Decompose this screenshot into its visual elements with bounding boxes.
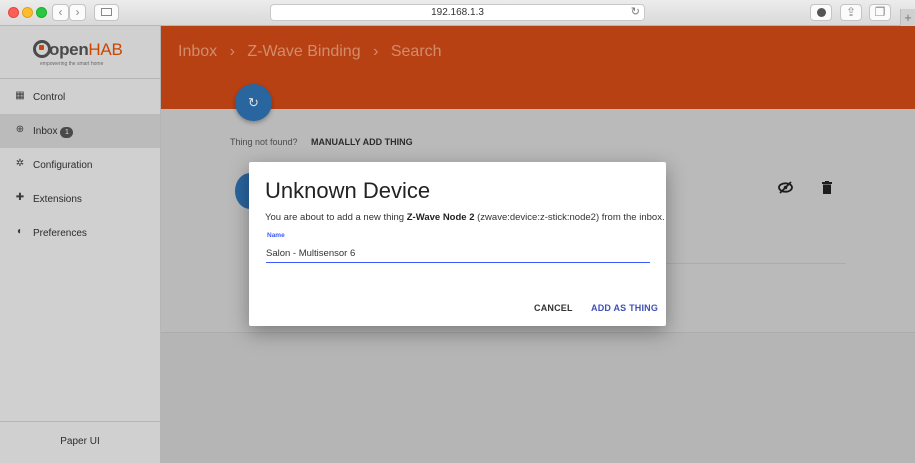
tabs-icon: ❐: [874, 5, 886, 19]
download-icon: [816, 8, 826, 17]
chevron-left-icon: ‹: [58, 5, 63, 19]
unknown-device-dialog: Unknown Device You are about to add a ne…: [249, 162, 666, 326]
downloads-button[interactable]: [810, 4, 832, 21]
dialog-title: Unknown Device: [265, 178, 431, 203]
share-icon: ⇪: [845, 5, 857, 19]
thing-name: Z-Wave Node 2: [406, 212, 475, 223]
tabs-button[interactable]: ❐: [869, 4, 891, 21]
cancel-button[interactable]: CANCEL: [534, 303, 573, 313]
address-bar[interactable]: 192.168.1.3 ↻: [270, 4, 645, 21]
share-button[interactable]: ⇪: [840, 4, 862, 21]
close-window-button[interactable]: [8, 7, 19, 18]
add-as-thing-button[interactable]: ADD AS THING: [591, 303, 658, 313]
back-button[interactable]: ‹: [52, 4, 69, 21]
minimize-window-button[interactable]: [22, 7, 33, 18]
url-text: 192.168.1.3: [431, 7, 484, 18]
maximize-window-button[interactable]: [36, 7, 47, 18]
new-tab-button[interactable]: +: [900, 9, 915, 26]
dialog-message: You are about to add a new thing Z-Wave …: [265, 212, 665, 223]
name-input[interactable]: [266, 245, 650, 263]
name-field-label: Name: [267, 232, 285, 239]
chevron-right-icon: ›: [75, 5, 80, 19]
forward-button[interactable]: ›: [69, 4, 86, 21]
sidebar-icon: [101, 8, 112, 16]
reload-icon[interactable]: ↻: [631, 5, 640, 20]
sidebar-toggle-button[interactable]: [94, 4, 119, 21]
browser-toolbar: ‹ › 192.168.1.3 ↻ ⇪ ❐ +: [0, 0, 915, 26]
